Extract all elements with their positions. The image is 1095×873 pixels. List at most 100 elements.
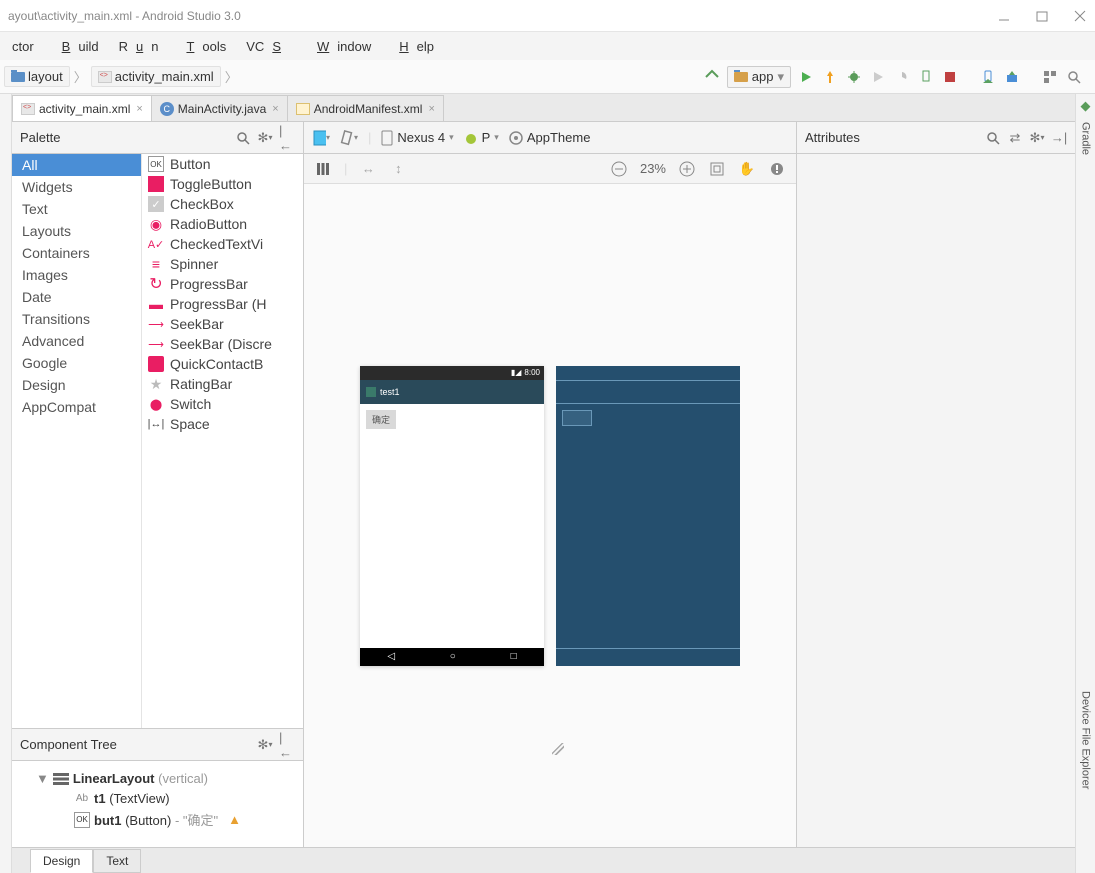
- theme-selector[interactable]: AppTheme: [509, 130, 591, 145]
- category-all[interactable]: All: [12, 154, 141, 176]
- category-google[interactable]: Google: [12, 352, 141, 374]
- minimize-button[interactable]: [997, 9, 1011, 23]
- api-selector[interactable]: P ▾: [464, 130, 499, 145]
- category-images[interactable]: Images: [12, 264, 141, 286]
- project-structure-icon[interactable]: [1041, 68, 1059, 86]
- design-canvas[interactable]: ▮◢ 8:00 test1 确定 ◁ ○ □: [304, 184, 796, 847]
- zoom-toolbar: | ↔ ↕ 23% ✋: [304, 154, 796, 184]
- tab-activity-main[interactable]: activity_main.xml ×: [12, 95, 152, 121]
- menu-window[interactable]: Window: [301, 37, 379, 56]
- search-everywhere-icon[interactable]: [1065, 68, 1083, 86]
- menu-tools[interactable]: Tools: [170, 37, 234, 56]
- widget-checkbox[interactable]: ✓CheckBox: [142, 194, 303, 214]
- resize-handle[interactable]: [552, 743, 564, 755]
- collapse-icon[interactable]: →|: [1051, 130, 1067, 146]
- close-button[interactable]: [1073, 9, 1087, 23]
- widget-quickcontact[interactable]: QuickContactB: [142, 354, 303, 374]
- widget-togglebutton[interactable]: ToggleButton: [142, 174, 303, 194]
- widget-progressbar-h[interactable]: ▬ProgressBar (H: [142, 294, 303, 314]
- category-appcompat[interactable]: AppCompat: [12, 396, 141, 418]
- profile-icon[interactable]: [869, 68, 887, 86]
- menu-vcs[interactable]: VCS: [238, 37, 297, 56]
- tree-root[interactable]: ▼ LinearLayout (vertical): [18, 769, 297, 788]
- widget-seekbar-discrete[interactable]: ⟶SeekBar (Discre: [142, 334, 303, 354]
- close-icon[interactable]: ×: [270, 103, 278, 115]
- widget-checkedtextview[interactable]: A✓CheckedTextVi: [142, 234, 303, 254]
- gear-icon[interactable]: ✻▾: [1029, 130, 1045, 146]
- apply-changes-icon[interactable]: [821, 68, 839, 86]
- breadcrumb-file[interactable]: activity_main.xml: [91, 66, 221, 87]
- bp-button[interactable]: [562, 410, 592, 426]
- debug-icon[interactable]: [845, 68, 863, 86]
- widget-progressbar[interactable]: ↻ProgressBar: [142, 274, 303, 294]
- collapse-icon[interactable]: |←: [279, 737, 295, 753]
- preview-button[interactable]: 确定: [366, 410, 396, 429]
- widget-button[interactable]: OKButton: [142, 154, 303, 174]
- sdk-icon[interactable]: [1003, 68, 1021, 86]
- widget-ratingbar[interactable]: ★RatingBar: [142, 374, 303, 394]
- collapse-icon[interactable]: |←: [279, 130, 295, 146]
- preview-body[interactable]: 确定: [360, 404, 544, 648]
- category-date[interactable]: Date: [12, 286, 141, 308]
- make-icon[interactable]: [703, 68, 721, 86]
- orientation-icon[interactable]: ▾: [340, 129, 358, 147]
- menu-run[interactable]: Run: [111, 37, 167, 56]
- tree-textview[interactable]: Ab t1 (TextView): [18, 788, 297, 808]
- design-surface-icon[interactable]: ▾: [312, 129, 330, 147]
- gear-icon[interactable]: ✻▾: [257, 737, 273, 753]
- widget-switch[interactable]: ⬤Switch: [142, 394, 303, 414]
- attach-debugger-icon[interactable]: [917, 68, 935, 86]
- search-icon[interactable]: [985, 130, 1001, 146]
- category-advanced[interactable]: Advanced: [12, 330, 141, 352]
- tab-manifest[interactable]: AndroidManifest.xml ×: [287, 95, 444, 121]
- tab-text[interactable]: Text: [93, 849, 141, 873]
- left-tool-stripe[interactable]: [0, 94, 12, 873]
- tab-mainactivity[interactable]: C MainActivity.java ×: [151, 95, 288, 121]
- device-explorer-label[interactable]: Device File Explorer: [1080, 691, 1092, 789]
- blueprint-preview[interactable]: [556, 366, 740, 666]
- widget-seekbar[interactable]: ⟶SeekBar: [142, 314, 303, 334]
- default-margins-icon[interactable]: ↕: [389, 160, 407, 178]
- menu-build[interactable]: Build: [46, 37, 107, 56]
- avd-icon[interactable]: [979, 68, 997, 86]
- widget-radiobutton[interactable]: ◉RadioButton: [142, 214, 303, 234]
- zoom-fit-icon[interactable]: [708, 160, 726, 178]
- zoom-out-icon[interactable]: [610, 160, 628, 178]
- run-icon[interactable]: [797, 68, 815, 86]
- search-icon[interactable]: [235, 130, 251, 146]
- category-widgets[interactable]: Widgets: [12, 176, 141, 198]
- close-icon[interactable]: ×: [426, 103, 434, 115]
- menu-refactor[interactable]: ctor: [4, 37, 42, 56]
- tab-design[interactable]: Design: [30, 849, 93, 873]
- stop-icon[interactable]: [941, 68, 959, 86]
- checkedtext-icon: A✓: [148, 236, 164, 252]
- zoom-in-icon[interactable]: [678, 160, 696, 178]
- swap-icon[interactable]: ⇄: [1007, 130, 1023, 146]
- right-tool-stripe[interactable]: ◆ Gradle Device File Explorer: [1075, 94, 1095, 873]
- category-containers[interactable]: Containers: [12, 242, 141, 264]
- design-preview[interactable]: ▮◢ 8:00 test1 确定 ◁ ○ □: [360, 366, 544, 666]
- profiler-icon[interactable]: [893, 68, 911, 86]
- expand-icon[interactable]: ▼: [36, 771, 49, 786]
- view-options-icon[interactable]: [314, 160, 332, 178]
- run-config-selector[interactable]: app ▾: [727, 66, 791, 88]
- category-transitions[interactable]: Transitions: [12, 308, 141, 330]
- device-selector[interactable]: Nexus 4 ▾: [381, 130, 453, 146]
- gradle-icon[interactable]: ◆: [1081, 98, 1091, 114]
- warnings-icon[interactable]: [768, 160, 786, 178]
- menu-help[interactable]: Help: [383, 37, 442, 56]
- autoconnect-icon[interactable]: ↔: [359, 160, 377, 178]
- pan-icon[interactable]: ✋: [738, 160, 756, 178]
- gear-icon[interactable]: ✻▾: [257, 130, 273, 146]
- tree-button[interactable]: OK but1 (Button) - "确定" ▲: [18, 808, 297, 831]
- widget-space[interactable]: |↔|Space: [142, 414, 303, 434]
- category-text[interactable]: Text: [12, 198, 141, 220]
- gradle-label[interactable]: Gradle: [1080, 122, 1092, 155]
- breadcrumb-layout[interactable]: layout: [4, 66, 70, 87]
- maximize-button[interactable]: [1035, 9, 1049, 23]
- category-layouts[interactable]: Layouts: [12, 220, 141, 242]
- warning-icon[interactable]: ▲: [228, 812, 241, 827]
- close-icon[interactable]: ×: [134, 103, 142, 115]
- widget-spinner[interactable]: ≡Spinner: [142, 254, 303, 274]
- category-design[interactable]: Design: [12, 374, 141, 396]
